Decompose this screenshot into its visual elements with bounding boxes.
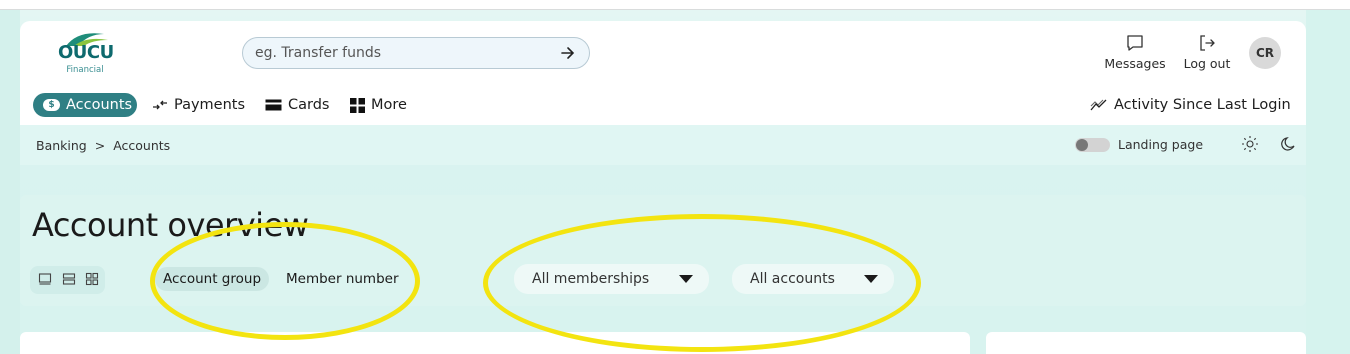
dollar-icon: $ bbox=[43, 99, 60, 111]
nav-more-label: More bbox=[371, 97, 407, 113]
breadcrumb-bar bbox=[20, 125, 1306, 165]
annotation-ellipse-segments bbox=[150, 222, 420, 340]
list-view-icon[interactable] bbox=[62, 272, 76, 286]
breadcrumb-banking[interactable]: Banking bbox=[36, 138, 87, 153]
annotation-ellipse-filters bbox=[483, 214, 921, 352]
moon-icon[interactable] bbox=[1279, 135, 1297, 153]
search-bar[interactable] bbox=[242, 37, 590, 69]
nav-more[interactable]: More bbox=[350, 93, 407, 117]
sun-icon[interactable] bbox=[1241, 135, 1259, 153]
activity-label: Activity Since Last Login bbox=[1114, 97, 1291, 113]
card-icon bbox=[265, 99, 282, 111]
nav-cards-label: Cards bbox=[288, 97, 330, 113]
activity-since-last-login[interactable]: Activity Since Last Login bbox=[1090, 93, 1291, 117]
background-right bbox=[1306, 10, 1350, 354]
logout-label: Log out bbox=[1183, 56, 1231, 71]
search-input[interactable] bbox=[255, 43, 545, 63]
arrow-right-icon[interactable] bbox=[559, 44, 577, 62]
nav-payments-label: Payments bbox=[174, 97, 246, 113]
message-icon bbox=[1127, 35, 1143, 51]
top-divider bbox=[0, 9, 1350, 10]
messages-label: Messages bbox=[1104, 56, 1166, 71]
breadcrumb: Banking > Accounts bbox=[36, 138, 170, 153]
messages-button[interactable]: Messages bbox=[1103, 33, 1167, 71]
nav-payments[interactable]: Payments bbox=[152, 93, 245, 117]
logout-button[interactable]: Log out bbox=[1181, 33, 1233, 71]
card-view-icon[interactable] bbox=[38, 272, 52, 286]
nav-accounts-label: Accounts bbox=[66, 97, 133, 113]
side-card-top bbox=[986, 332, 1306, 354]
landing-page-label: Landing page bbox=[1118, 137, 1204, 152]
transfer-arrows-icon bbox=[153, 100, 167, 110]
avatar[interactable]: CR bbox=[1249, 37, 1281, 69]
logout-icon bbox=[1200, 35, 1215, 51]
background-left bbox=[0, 10, 20, 354]
nav-accounts[interactable]: $ Accounts bbox=[33, 93, 137, 117]
grid-view-icon[interactable] bbox=[85, 272, 99, 286]
logo-text: OUCU bbox=[58, 42, 114, 63]
logo-subtitle: Financial bbox=[66, 65, 104, 75]
breadcrumb-accounts: Accounts bbox=[113, 138, 171, 153]
nav-cards[interactable]: Cards bbox=[265, 93, 329, 117]
breadcrumb-separator: > bbox=[94, 138, 106, 153]
brand-logo[interactable]: OUCU Financial bbox=[58, 28, 114, 76]
toggle-knob bbox=[1076, 139, 1088, 151]
view-switcher bbox=[30, 266, 105, 294]
landing-page-toggle[interactable] bbox=[1075, 138, 1110, 152]
activity-chart-icon bbox=[1090, 99, 1107, 111]
grid-icon bbox=[350, 97, 365, 113]
